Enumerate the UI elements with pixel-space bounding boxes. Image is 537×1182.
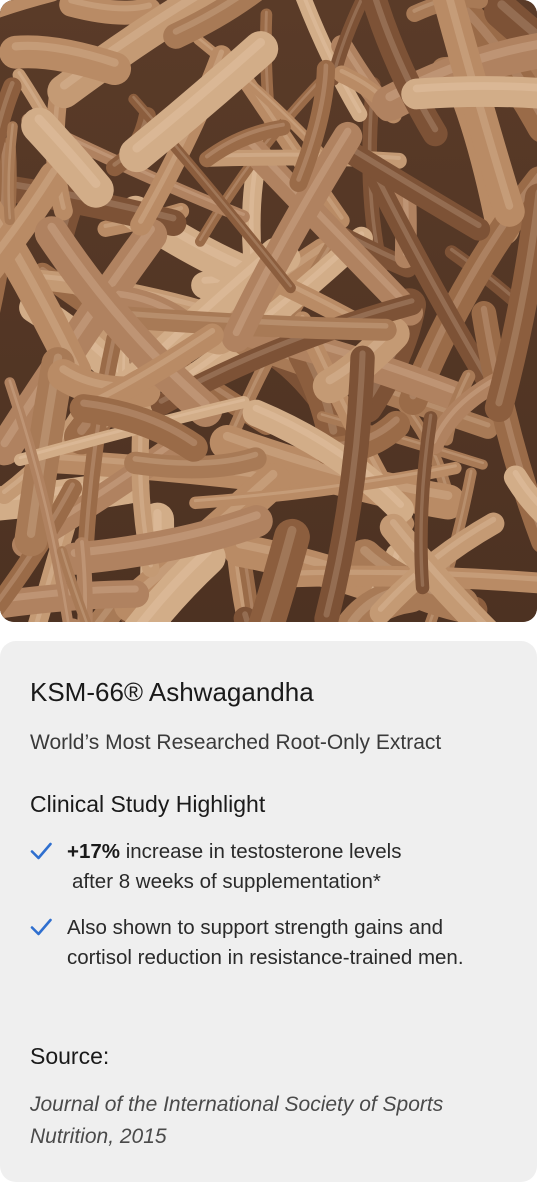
checkmark-icon (30, 918, 52, 936)
roots-illustration (0, 0, 537, 622)
clinical-highlights-list: +17% increase in testosterone levels aft… (30, 837, 500, 989)
checkmark-icon (30, 842, 52, 860)
product-info-card: KSM-66® Ashwagandha World’s Most Researc… (0, 641, 537, 1182)
product-title: KSM-66® Ashwagandha (30, 677, 314, 707)
ashwagandha-roots-image (0, 0, 537, 622)
source-citation: Journal of the International Society of … (30, 1093, 444, 1148)
testosterone-stat: +17% (67, 840, 121, 863)
highlight-text-line2: after 8 weeks of supplementation* (72, 870, 381, 893)
highlight-testosterone: +17% increase in testosterone levels aft… (30, 837, 500, 897)
highlight-text-line1: increase in testosterone levels (120, 840, 402, 863)
highlight-strength-cortisol: Also shown to support strength gains and… (30, 913, 500, 973)
source-label: Source: (30, 1043, 110, 1069)
product-subtitle: World’s Most Researched Root-Only Extrac… (30, 731, 442, 754)
root-stick (401, 76, 537, 110)
highlight-text: Also shown to support strength gains and… (67, 916, 464, 969)
clinical-study-heading: Clinical Study Highlight (30, 791, 266, 817)
